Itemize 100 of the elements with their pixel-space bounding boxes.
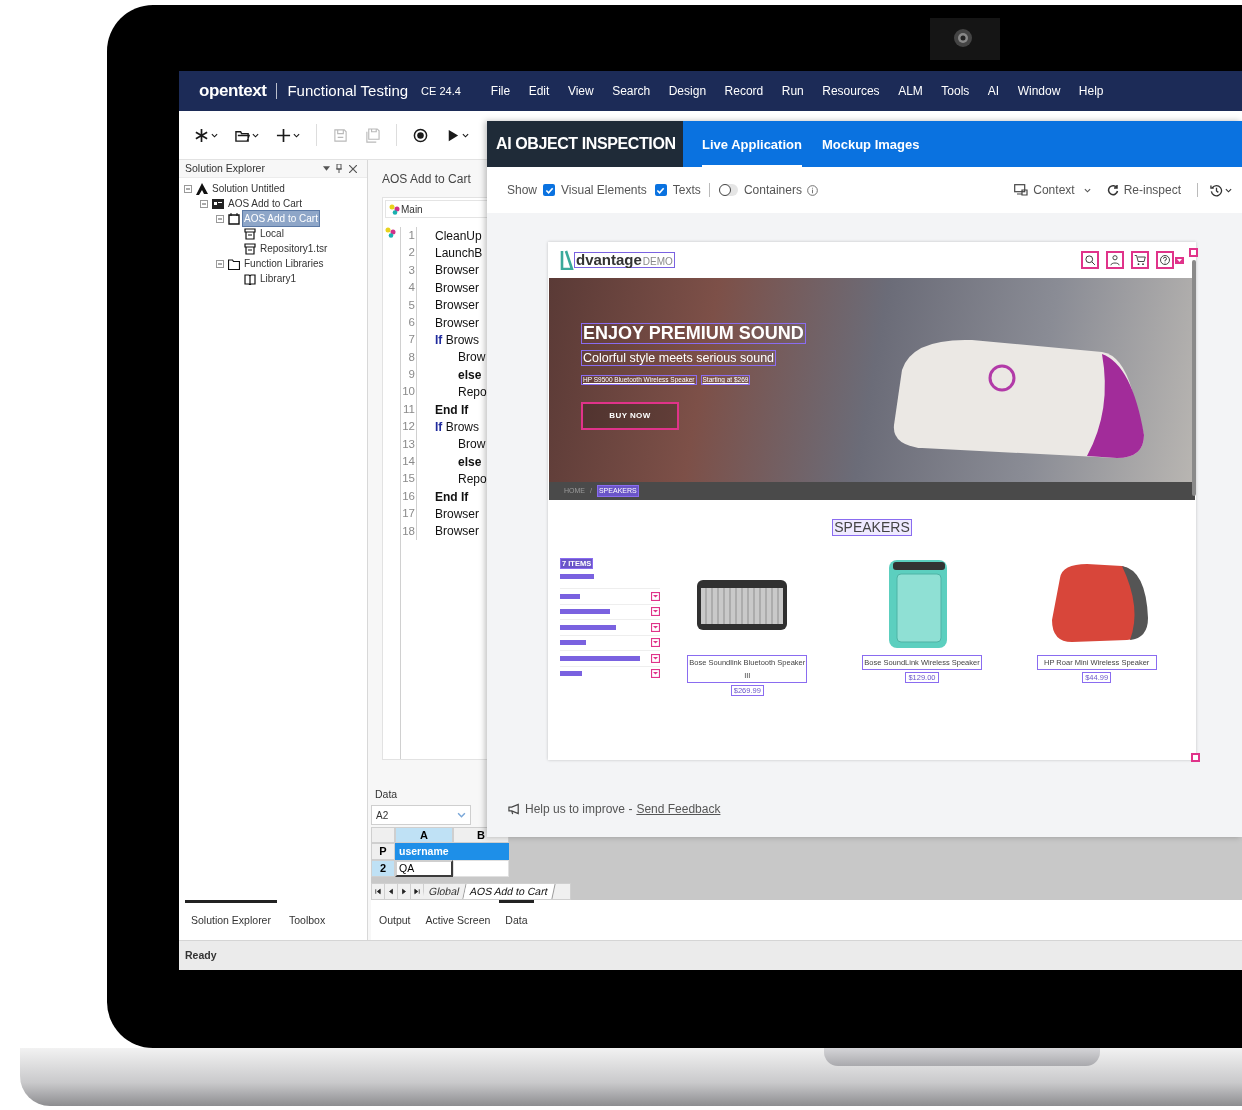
- code-line: Browser: [435, 507, 479, 520]
- caret-icon: [1175, 256, 1184, 264]
- history-icon: [1210, 183, 1223, 197]
- code-line: If Brows: [435, 334, 480, 347]
- code-line: Browser: [435, 299, 479, 312]
- logo-icon: [560, 250, 574, 270]
- code-line: else: [458, 368, 482, 381]
- code-line: If Brows: [435, 421, 480, 433]
- menu-item[interactable]: Resources: [822, 82, 880, 100]
- table-cell[interactable]: QA: [395, 860, 453, 877]
- parameter-cell: username: [395, 843, 509, 860]
- checkbox-icon[interactable]: [651, 638, 660, 648]
- checkbox[interactable]: [543, 184, 556, 196]
- line-number: 15: [401, 470, 417, 488]
- checkbox[interactable]: [654, 184, 667, 196]
- tree-item[interactable]: Repository1.tsr: [259, 241, 329, 256]
- grid-corner-cell: [371, 827, 395, 843]
- scroll-up-button[interactable]: [1189, 248, 1198, 257]
- column-header: A: [395, 827, 453, 843]
- feedback-link[interactable]: Send Feedback: [636, 800, 721, 818]
- highlight-bar: [560, 574, 594, 579]
- megaphone-icon: [508, 803, 521, 815]
- skip-first-icon[interactable]: [372, 884, 385, 899]
- scroll-down-button[interactable]: [1191, 753, 1200, 762]
- menu-item[interactable]: View: [567, 82, 594, 100]
- menu-item[interactable]: Help: [1078, 82, 1104, 100]
- info-icon[interactable]: [806, 184, 818, 196]
- panel-tab[interactable]: Toolbox: [282, 900, 332, 937]
- asterisk-icon[interactable]: [194, 127, 209, 143]
- line-number: 10: [401, 383, 417, 401]
- caret-icon[interactable]: [293, 132, 300, 138]
- tab[interactable]: Mockup Images: [821, 121, 920, 167]
- table-cell[interactable]: [453, 860, 509, 877]
- code-line: Repo: [458, 386, 487, 399]
- logo-text: dvantage: [576, 252, 642, 267]
- document-title: AOS Add to Cart: [382, 170, 471, 188]
- tree-item[interactable]: Library1: [259, 271, 298, 286]
- scrollbar-thumb[interactable]: [1192, 260, 1196, 496]
- menu-item[interactable]: Search: [612, 82, 651, 100]
- product-name: Functional Testing: [287, 80, 409, 101]
- menu-item[interactable]: Run: [781, 82, 804, 100]
- webcam-drawing: [930, 18, 1000, 60]
- monitor-icon: [1014, 184, 1029, 196]
- cart-icon[interactable]: [1131, 251, 1149, 269]
- panel-tab[interactable]: Solution Explorer: [185, 900, 277, 937]
- panel-tab[interactable]: Output: [373, 900, 417, 937]
- checkbox-icon[interactable]: [651, 591, 660, 601]
- menu-item[interactable]: Edit: [528, 82, 550, 100]
- collapse-icon[interactable]: [216, 214, 224, 223]
- panel-title: Data: [374, 787, 399, 802]
- collapse-icon[interactable]: [216, 259, 224, 268]
- caret-icon[interactable]: [252, 132, 259, 138]
- line-number: 5: [401, 296, 417, 314]
- menu-item[interactable]: ALM: [898, 82, 923, 100]
- frame-icon: [228, 212, 240, 225]
- checkbox-icon[interactable]: [651, 669, 660, 679]
- search-icon[interactable]: [1081, 251, 1099, 269]
- highlight-bar: [560, 593, 580, 599]
- action-button[interactable]: Re-inspect: [1106, 181, 1181, 199]
- logo-icon: [196, 182, 208, 195]
- menu-item[interactable]: AI: [987, 82, 1000, 100]
- sheet-tab[interactable]: Global: [422, 884, 467, 899]
- tree-item[interactable]: AOS Add to Cart: [227, 196, 303, 211]
- caret-icon[interactable]: [211, 132, 218, 138]
- line-number: 14: [401, 453, 417, 471]
- pin-icon[interactable]: [336, 164, 342, 173]
- collapse-icon[interactable]: [200, 199, 208, 208]
- row-header: P: [371, 843, 395, 860]
- tree-item[interactable]: Local: [259, 226, 285, 241]
- checkbox-icon[interactable]: [651, 622, 660, 632]
- record-icon[interactable]: [413, 127, 428, 143]
- toggle-label: Containers: [743, 182, 802, 199]
- panel-tab[interactable]: Active Screen: [419, 900, 497, 937]
- user-icon[interactable]: [1106, 251, 1124, 269]
- tree-item[interactable]: Function Libraries: [243, 256, 325, 271]
- toggle-switch[interactable]: [718, 184, 738, 196]
- help-icon[interactable]: [1156, 251, 1174, 269]
- cell-reference-field[interactable]: A2: [371, 805, 471, 825]
- action-button[interactable]: Context: [1014, 181, 1091, 199]
- menu-item[interactable]: Window: [1017, 82, 1061, 100]
- panel-tab[interactable]: Data: [499, 900, 534, 937]
- menu-item[interactable]: Tools: [941, 82, 970, 100]
- dropdown-icon[interactable]: [323, 166, 330, 171]
- line-number: 3: [401, 261, 417, 280]
- menu-item[interactable]: Design: [668, 82, 707, 100]
- menu-item[interactable]: Record: [724, 82, 764, 100]
- caret-icon[interactable]: [462, 132, 469, 138]
- plus-icon[interactable]: [276, 127, 291, 143]
- sheet-tab[interactable]: AOS Add to Cart: [463, 884, 556, 899]
- menu-item[interactable]: File: [490, 82, 511, 100]
- caret-icon: [1225, 187, 1232, 193]
- collapse-icon[interactable]: [184, 184, 192, 193]
- tree-item[interactable]: Solution Untitled: [211, 181, 286, 196]
- test-icon: [212, 197, 224, 210]
- history-button[interactable]: [1210, 183, 1232, 197]
- checkbox-icon[interactable]: [651, 607, 660, 617]
- close-icon[interactable]: [349, 164, 357, 173]
- checkbox-icon[interactable]: [651, 653, 660, 663]
- line-number: 13: [401, 435, 417, 454]
- buy-now-button[interactable]: BUY NOW: [581, 402, 679, 430]
